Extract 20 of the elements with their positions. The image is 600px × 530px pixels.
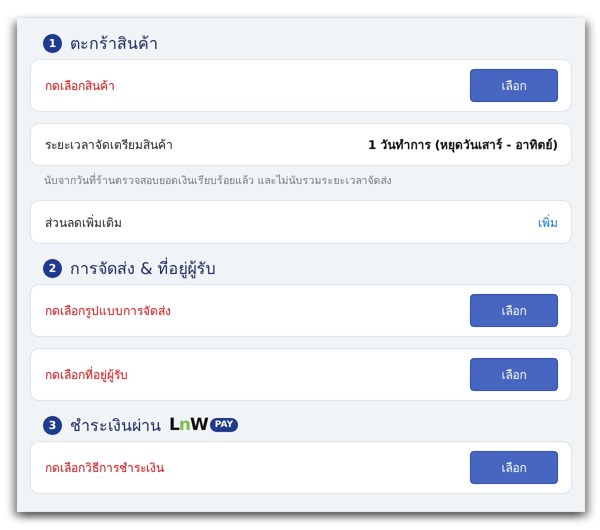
- note-text: นับจากวันที่ร้านตรวจสอบยอดเงินเรียบร้อยแล้ว และไม่นับรวมระยะเวลาจัดส่ง: [44, 172, 392, 189]
- prompt-text: กดเลือกสินค้า: [45, 78, 115, 95]
- select-button[interactable]: เลือก: [470, 358, 558, 391]
- section-title: ตะกร้าสินค้า: [70, 32, 158, 54]
- prompt-text: กดเลือกที่อยู่ผู้รับ: [45, 366, 128, 384]
- select-button[interactable]: เลือก: [470, 69, 558, 102]
- payment-logo: LnW PAY: [169, 415, 238, 435]
- step-number: 1: [43, 34, 62, 52]
- step-number: 3: [43, 416, 62, 434]
- info-value: 1 วันทำการ (หยุดวันเสาร์ - อาทิตย์): [368, 137, 558, 154]
- discount-label: ส่วนลดเพิ่มเติม: [45, 214, 122, 232]
- select-button[interactable]: เลือก: [470, 451, 558, 484]
- step-number: 2: [43, 258, 62, 278]
- section-title: ชำระเงินผ่าน: [70, 414, 161, 436]
- prompt-text: กดเลือกรูปแบบการจัดส่ง: [45, 303, 171, 320]
- prompt-text: กดเลือกวิธีการชำระเงิน: [45, 460, 164, 477]
- add-link[interactable]: เพิ่ม: [538, 212, 558, 232]
- section-title: การจัดส่ง & ที่อยู่ผู้รับ: [70, 256, 216, 280]
- info-label: ระยะเวลาจัดเตรียมสินค้า: [45, 137, 173, 154]
- select-button[interactable]: เลือก: [470, 294, 558, 327]
